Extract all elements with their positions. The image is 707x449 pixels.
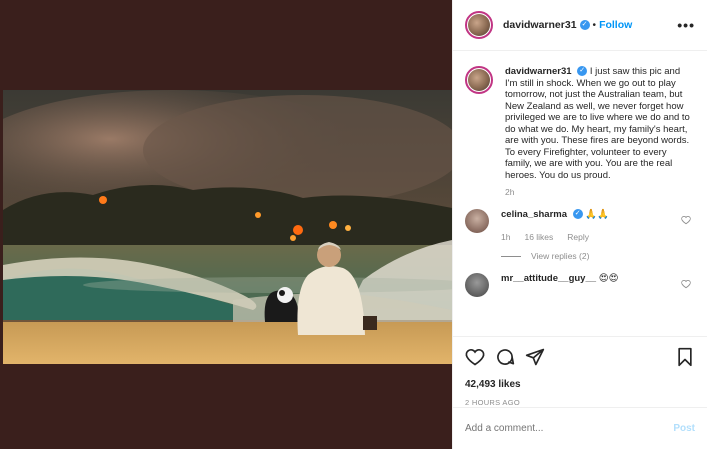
bushfire-beach-photo [3, 90, 452, 364]
author-avatar[interactable] [465, 11, 493, 39]
reply-button[interactable]: Reply [567, 231, 589, 243]
replies-line [501, 255, 521, 257]
comment-body: celina_sharma ✓ 🙏🙏 1h 16 likes Reply [501, 209, 695, 243]
bookmark-icon[interactable] [675, 347, 695, 367]
comment-meta: 1h 16 likes Reply [501, 231, 695, 243]
verified-icon: ✓ [572, 209, 583, 220]
post-actions: 42,493 likes 2 HOURS AGO [453, 336, 707, 407]
more-icon[interactable]: ••• [677, 17, 695, 33]
comment-username[interactable]: celina_sharma [501, 209, 567, 220]
comments-section[interactable]: davidwarner31 ✓ I just saw this pic and … [453, 52, 707, 335]
author-username[interactable]: davidwarner31 [503, 19, 577, 31]
share-icon[interactable] [525, 347, 545, 367]
verified-icon: ✓ [577, 66, 588, 77]
caption-avatar[interactable] [465, 66, 493, 94]
caption-time: 2h [505, 187, 515, 197]
comment-icon[interactable] [495, 347, 515, 367]
post-header: davidwarner31 ✓ • Follow ••• [453, 0, 707, 51]
caption-text: I just saw this pic and I'm still in sho… [505, 66, 690, 181]
action-icons [465, 345, 695, 369]
follow-button[interactable]: Follow [599, 19, 632, 31]
comment-item: celina_sharma ✓ 🙏🙏 1h 16 likes Reply [465, 209, 695, 243]
likes-count[interactable]: 42,493 likes [465, 379, 695, 390]
verified-icon: ✓ [579, 20, 590, 30]
post-button[interactable]: Post [673, 423, 695, 434]
post-time[interactable]: 2 HOURS AGO [465, 398, 695, 407]
comment-username[interactable]: mr__attitude__guy__ [501, 273, 596, 284]
post-photo[interactable] [3, 90, 452, 364]
instagram-post-view: davidwarner31 ✓ • Follow ••• davidwarner… [0, 0, 707, 449]
comment-input[interactable] [465, 423, 674, 434]
comment-composer: Post [453, 407, 707, 449]
post-side-panel: davidwarner31 ✓ • Follow ••• davidwarner… [452, 0, 707, 449]
commenter-avatar[interactable] [465, 273, 489, 297]
comment-likes[interactable]: 16 likes [524, 231, 553, 243]
heart-icon[interactable] [465, 347, 485, 367]
view-replies-label[interactable]: View replies (2) [531, 251, 589, 261]
comment-heart-icon[interactable] [681, 279, 691, 289]
caption-text-block: davidwarner31 ✓ I just saw this pic and … [505, 66, 695, 181]
caption-username[interactable]: davidwarner31 [505, 66, 572, 77]
commenter-avatar[interactable] [465, 209, 489, 233]
view-replies[interactable]: View replies (2) [501, 251, 695, 261]
post-caption: davidwarner31 ✓ I just saw this pic and … [465, 66, 695, 181]
comment-heart-icon[interactable] [681, 215, 691, 225]
comment-body: mr__attitude__guy__ 😍😍 [501, 273, 695, 297]
comment-item: mr__attitude__guy__ 😍😍 [465, 273, 695, 297]
comment-text: 🙏🙏 [585, 209, 609, 220]
comment-time[interactable]: 1h [501, 231, 510, 243]
comment-text: 😍😍 [598, 273, 619, 284]
separator-dot: • [592, 19, 597, 31]
